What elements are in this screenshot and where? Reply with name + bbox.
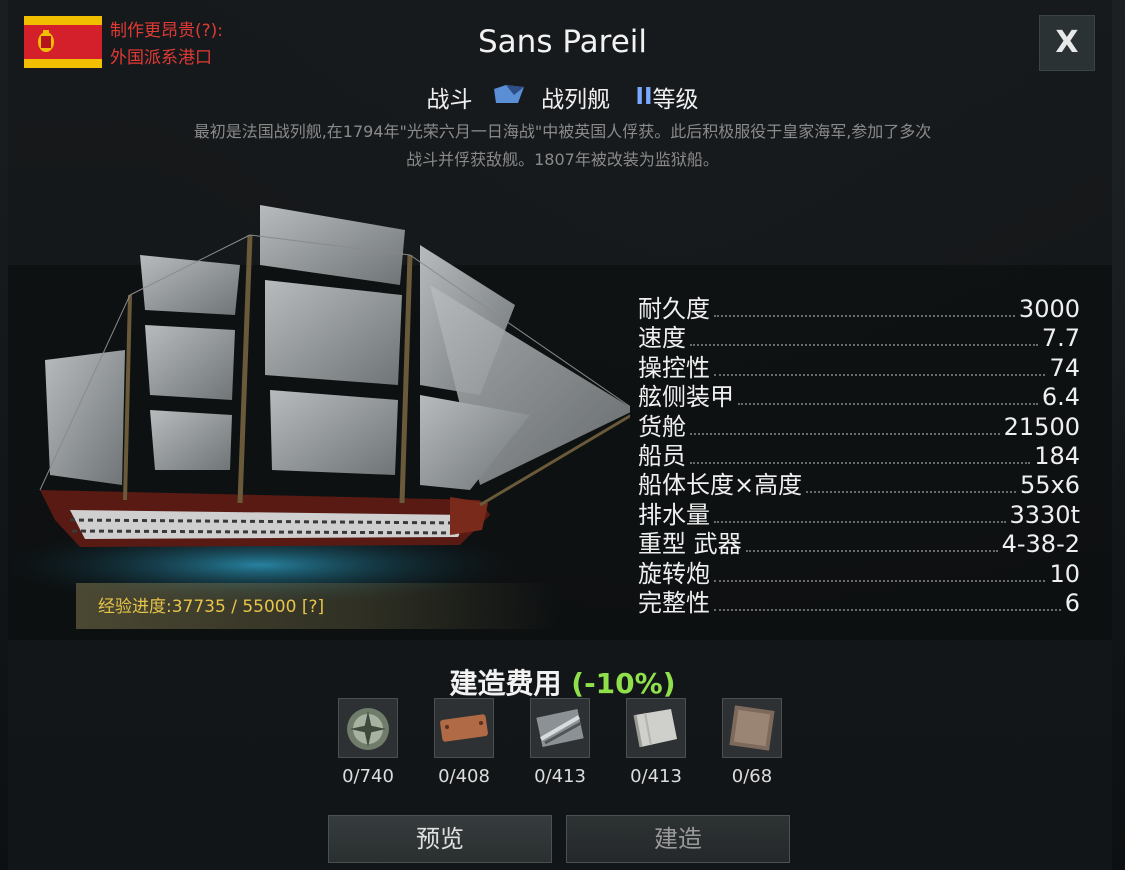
stat-row-hull-size: 船体长度×高度 55x6 [638,465,1080,499]
material-list: 0/740 0/408 0/413 0/413 0/68 [333,698,793,798]
stat-dots [714,373,1046,376]
stat-value: 55x6 [1019,471,1080,500]
rank-label: 等级 [652,87,699,113]
rank-mark: II [635,84,653,110]
stat-value: 6.4 [1041,383,1080,412]
stat-dots [690,461,1031,464]
stat-value: 6 [1064,588,1080,617]
build-cost-label: 建造费用 [449,667,562,700]
build-cost-discount: (-10%) [571,667,676,700]
stat-value: 4-38-2 [1001,530,1080,559]
stat-row-integrity: 完整性 6 [638,583,1080,617]
ship-illustration [10,205,630,605]
stat-value: 21500 [1003,412,1080,441]
ship-stats: 耐久度 3000 速度 7.7 操控性 74 舷侧装甲 6.4 货舱 21500 船员 18… [638,289,1080,617]
build-cost-title: 建造费用 (-10%) [0,662,1125,702]
stat-dots [690,432,1000,435]
stat-row-displacement: 排水量 3330t [638,495,1080,529]
material-count: 0/740 [342,766,394,787]
preview-button[interactable]: 预览 [328,815,552,863]
compass-medallion-icon [338,698,398,758]
material-count: 0/68 [731,766,773,787]
stat-row-durability: 耐久度 3000 [638,289,1080,323]
experience-progress[interactable]: 经验进度:37735 / 55000 [?] [98,592,324,617]
description-line-1: 最初是法国战列舰,在1794年"光荣六月一日海战"中被英国人俘获。此后积极服役于… [193,122,932,141]
material-item[interactable]: 0/413 [621,698,691,787]
stat-dots [806,491,1016,494]
material-count: 0/413 [630,766,682,787]
stat-value: 184 [1034,441,1080,470]
ship-type-icon [480,83,534,111]
canvas-cloth-icon [626,698,686,758]
material-item[interactable]: 0/408 [429,698,499,787]
material-item[interactable]: 0/68 [717,698,787,787]
material-count: 0/408 [438,766,490,787]
ship-description: 最初是法国战列舰,在1794年"光荣六月一日海战"中被英国人俘获。此后积极服役于… [100,118,1025,174]
material-count: 0/413 [534,766,586,787]
description-line-2: 战斗并俘获敌舰。1807年被改装为监狱船。 [406,150,719,169]
stat-row-maneuverability: 操控性 74 [638,348,1080,382]
stat-dots [714,579,1046,582]
stat-row-broadside-armor: 舷侧装甲 6.4 [638,377,1080,411]
ship-name-title: Sans Pareil [478,24,647,60]
stat-dots [714,520,1006,523]
stat-label: 完整性 [638,588,710,617]
ship-class-line: 战斗 战列舰 II等级 [0,80,1125,114]
stat-value: 3000 [1018,295,1080,323]
material-item[interactable]: 0/413 [525,698,595,787]
stat-value: 7.7 [1041,324,1080,353]
stat-value: 3330t [1009,500,1081,529]
stat-dots [714,608,1061,611]
ship-type: 战列舰 [541,87,611,113]
stat-dots [738,403,1038,406]
material-item[interactable]: 0/740 [333,698,403,787]
stat-value: 74 [1049,353,1080,382]
stat-dots [690,344,1038,347]
stat-dots [714,315,1015,317]
close-button[interactable]: X [1039,15,1095,71]
ship-role: 战斗 [426,87,473,113]
stat-value: 10 [1049,559,1080,588]
wood-plank-icon [722,698,782,758]
copper-plate-icon [434,698,494,758]
build-button[interactable]: 建造 [566,815,790,863]
iron-plate-icon [530,698,590,758]
stat-dots [745,550,998,553]
